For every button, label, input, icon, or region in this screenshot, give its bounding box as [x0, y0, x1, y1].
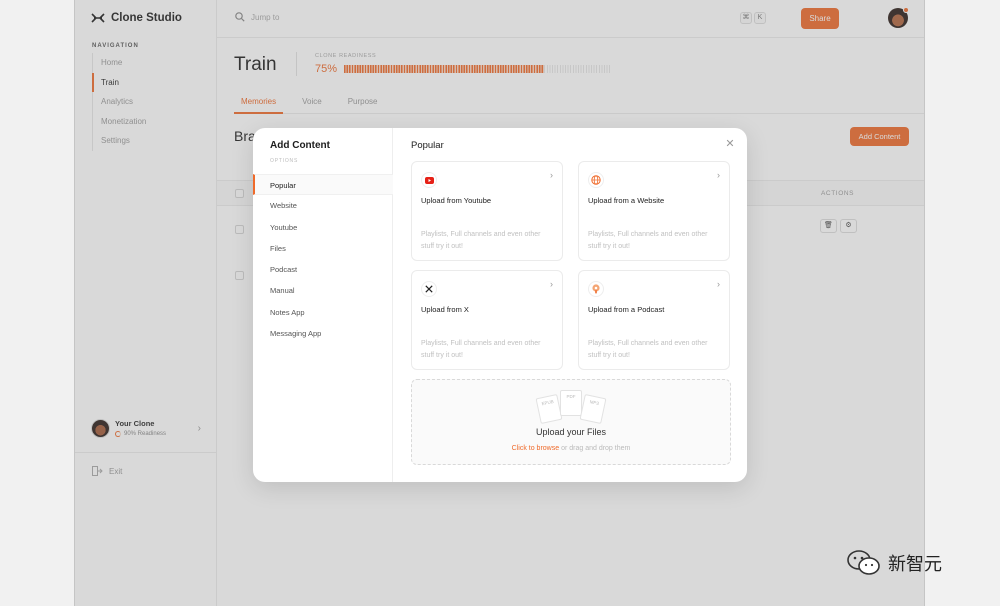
watermark: 新智元 — [846, 549, 942, 577]
card-upload-website[interactable]: › Upload from a Website Playlists, Full … — [578, 161, 730, 261]
card-description: Playlists, Full channels and even other … — [588, 340, 708, 359]
add-content-modal: Add Content OPTIONS Popular Website Yout… — [253, 128, 747, 482]
options-list: Popular Website Youtube Files Podcast Ma… — [253, 174, 393, 344]
chevron-right-icon: › — [550, 170, 553, 180]
modal-title: Add Content — [270, 140, 330, 151]
card-upload-podcast[interactable]: › Upload from a Podcast Playlists, Full … — [578, 270, 730, 370]
upload-instructions: Click to browse or drag and drop them — [412, 445, 730, 452]
youtube-icon — [421, 172, 437, 188]
chevron-right-icon: › — [717, 170, 720, 180]
globe-icon — [588, 172, 604, 188]
card-description: Playlists, Full channels and even other … — [421, 340, 541, 359]
chevron-right-icon: › — [717, 279, 720, 289]
card-title: Upload from X — [421, 305, 469, 314]
doc-pdf-icon: PDF — [560, 390, 582, 416]
option-notes-app[interactable]: Notes App — [253, 302, 393, 323]
podcast-icon — [588, 281, 604, 297]
file-dropzone[interactable]: EPUB PDF MP3 Upload your Files Click to … — [411, 379, 731, 465]
wechat-logo-icon — [847, 550, 880, 575]
option-website[interactable]: Website — [253, 195, 393, 216]
option-youtube[interactable]: Youtube — [253, 217, 393, 238]
close-icon[interactable]: ✕ — [724, 138, 736, 150]
card-description: Playlists, Full channels and even other … — [421, 231, 541, 250]
modal-options-panel: Add Content OPTIONS Popular Website Yout… — [253, 128, 393, 482]
option-popular[interactable]: Popular — [253, 174, 393, 196]
upload-instructions-text: or drag and drop them — [559, 445, 631, 452]
documents-icon: EPUB PDF MP3 — [535, 390, 607, 425]
card-title: Upload from a Podcast — [588, 305, 665, 314]
upload-title: Upload your Files — [535, 427, 607, 437]
browse-link[interactable]: Click to browse — [512, 445, 559, 452]
doc-epub-icon: EPUB — [535, 393, 563, 425]
doc-mp3-icon: MP3 — [579, 393, 607, 425]
card-upload-youtube[interactable]: › Upload from Youtube Playlists, Full ch… — [411, 161, 563, 261]
x-logo-icon — [421, 281, 437, 297]
card-description: Playlists, Full channels and even other … — [588, 231, 708, 250]
option-podcast[interactable]: Podcast — [253, 259, 393, 280]
panel-title: Popular — [411, 140, 444, 151]
chevron-right-icon: › — [550, 279, 553, 289]
option-messaging-app[interactable]: Messaging App — [253, 323, 393, 344]
card-title: Upload from Youtube — [421, 196, 492, 205]
options-label: OPTIONS — [270, 158, 299, 164]
card-upload-x[interactable]: › Upload from X Playlists, Full channels… — [411, 270, 563, 370]
option-files[interactable]: Files — [253, 238, 393, 259]
card-title: Upload from a Website — [588, 196, 665, 205]
watermark-text: 新智元 — [888, 554, 942, 574]
option-manual[interactable]: Manual — [253, 280, 393, 301]
